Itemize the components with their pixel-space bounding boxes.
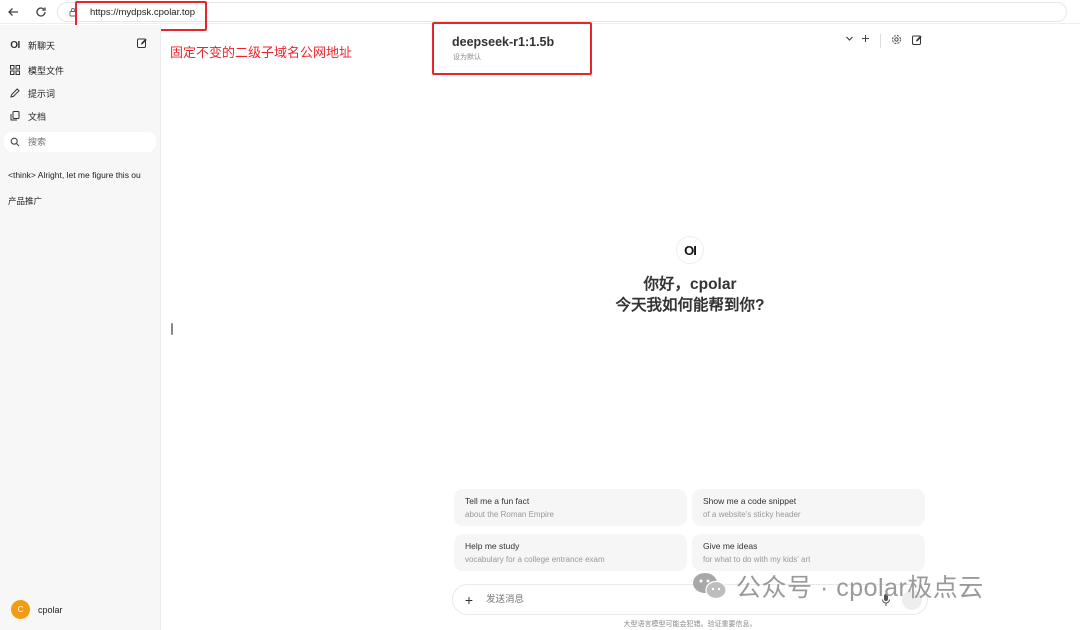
suggestion-title: Show me a code snippet	[703, 496, 797, 506]
greeting-subtitle: 今天我如何能帮到你?	[615, 297, 765, 314]
search-input[interactable]	[28, 137, 148, 147]
chat-history-item[interactable]: <think> Alright, let me figure this ou	[8, 170, 150, 180]
set-default-link[interactable]: 设为默认	[453, 52, 481, 62]
sidebar: OI 新聊天 模型文件 提示词 文档 <think> Alright, let …	[0, 25, 161, 630]
suggestion-subtitle: of a website's sticky header	[703, 510, 801, 519]
suggestion-card[interactable]: Help me study vocabulary for a college e…	[454, 534, 687, 571]
documents-icon	[8, 109, 22, 123]
sidebar-item-models[interactable]: 模型文件	[8, 63, 64, 77]
greeting-title: 你好，cpolar	[643, 276, 737, 293]
new-chat-label: 新聊天	[28, 40, 56, 51]
reload-icon[interactable]	[30, 1, 52, 23]
suggestion-subtitle: for what to do with my kids' art	[703, 555, 811, 564]
app-logo: OI	[676, 236, 704, 264]
new-chat-edit-icon[interactable]	[136, 37, 148, 49]
suggestion-title: Give me ideas	[703, 541, 758, 551]
model-selector[interactable]: deepseek-r1:1.5b	[452, 35, 554, 49]
sidebar-resize-handle[interactable]	[171, 323, 173, 335]
sidebar-item-label: 文档	[28, 111, 47, 122]
annotation-text: 固定不变的二级子域名公网地址	[170, 45, 353, 60]
suggestion-card[interactable]: Tell me a fun fact about the Roman Empir…	[454, 489, 687, 526]
attach-plus-icon[interactable]: +	[460, 591, 478, 609]
disclaimer-text: 大型语言模型可能会犯错。验证重要信息。	[623, 621, 757, 628]
new-chat-button[interactable]: OI 新聊天	[8, 38, 55, 52]
search-icon	[10, 137, 20, 147]
avatar: C	[11, 600, 30, 619]
settings-gear-icon[interactable]	[891, 34, 902, 45]
sidebar-item-documents[interactable]: 文档	[8, 109, 46, 123]
grid-icon	[8, 63, 22, 77]
suggestion-subtitle: vocabulary for a college entrance exam	[465, 555, 605, 564]
user-name: cpolar	[38, 604, 63, 615]
back-arrow-icon[interactable]	[2, 1, 24, 23]
toolbar-divider	[880, 34, 881, 48]
new-chat-edit-icon[interactable]	[911, 34, 923, 46]
app-logo: OI	[10, 39, 20, 51]
suggestion-card[interactable]: Give me ideas for what to do with my kid…	[692, 534, 925, 571]
user-menu[interactable]: C cpolar	[11, 600, 63, 619]
pencil-icon	[8, 86, 22, 100]
sidebar-item-label: 提示词	[28, 88, 56, 99]
wechat-icon	[693, 573, 727, 600]
suggestion-title: Help me study	[465, 541, 520, 551]
watermark: 公众号 · cpolar极点云	[692, 568, 984, 604]
address-bar[interactable]: https://mydpsk.cpolar.top	[57, 2, 1067, 22]
sidebar-search[interactable]	[4, 132, 156, 152]
suggestion-subtitle: about the Roman Empire	[465, 510, 554, 519]
sidebar-item-label: 模型文件	[28, 65, 65, 76]
suggestion-card[interactable]: Show me a code snippet of a website's st…	[692, 489, 925, 526]
model-dropdown-chevron-icon[interactable]	[845, 34, 854, 43]
add-model-plus-icon[interactable]	[861, 34, 870, 43]
chat-history-item[interactable]: 产品推广	[8, 195, 150, 207]
watermark-text: 公众号 · cpolar极点云	[736, 574, 984, 602]
sidebar-item-prompts[interactable]: 提示词	[8, 86, 55, 100]
suggestion-title: Tell me a fun fact	[465, 496, 530, 506]
